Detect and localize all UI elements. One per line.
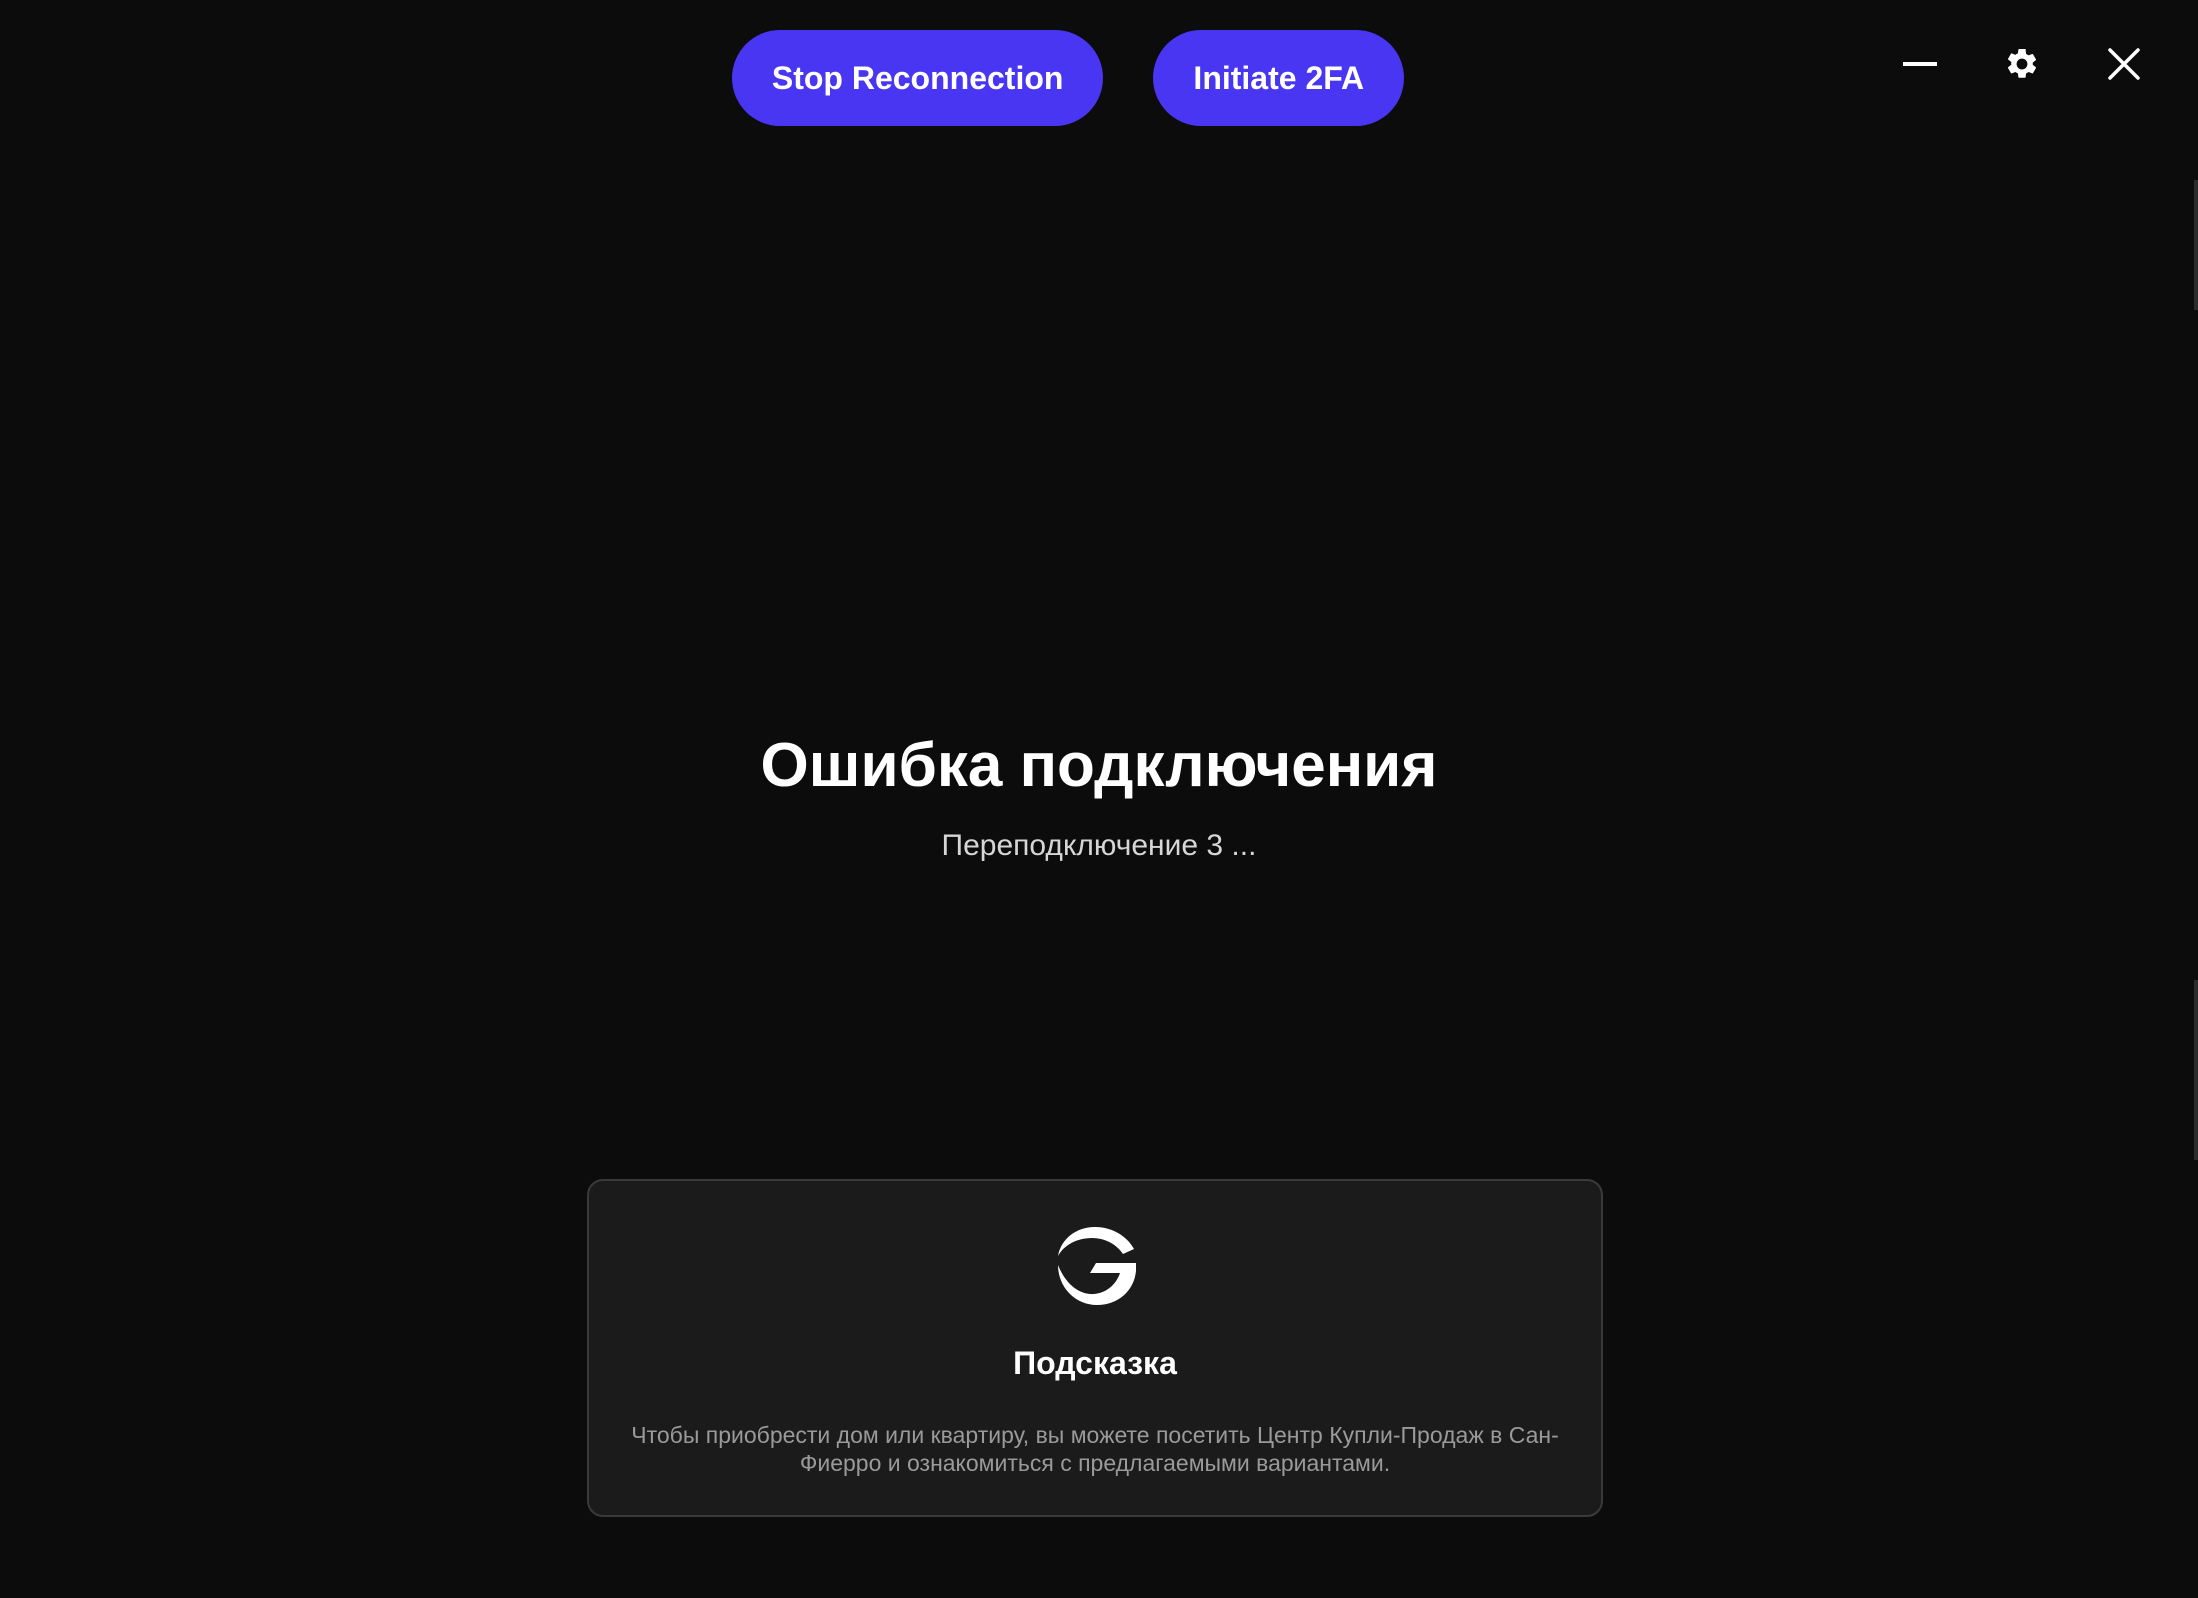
hint-card: Подсказка Чтобы приобрести дом или кварт… [587, 1179, 1603, 1517]
stop-reconnection-button[interactable]: Stop Reconnection [731, 30, 1104, 126]
status-title: Ошибка подключения [760, 731, 1438, 800]
launcher-window: Stop Reconnection Initiate 2FA Ошибка по… [0, 0, 2198, 1598]
status-subtitle: Переподключение 3 ... [941, 829, 1257, 862]
brand-logo-icon [1050, 1221, 1140, 1311]
window-controls [1896, 40, 2148, 88]
window-edge [2194, 180, 2198, 310]
connection-status: Ошибка подключения Переподключение 3 ... [0, 726, 2198, 866]
hint-title: Подсказка [1013, 1345, 1177, 1381]
close-icon[interactable] [2100, 40, 2148, 88]
top-action-bar: Stop Reconnection Initiate 2FA [0, 30, 2198, 126]
initiate-2fa-button[interactable]: Initiate 2FA [1153, 30, 1405, 126]
gear-icon[interactable] [1998, 40, 2046, 88]
hint-text: Чтобы приобрести дом или квартиру, вы мо… [631, 1422, 1559, 1476]
window-edge [2194, 980, 2198, 1160]
minimize-icon[interactable] [1896, 40, 1944, 88]
